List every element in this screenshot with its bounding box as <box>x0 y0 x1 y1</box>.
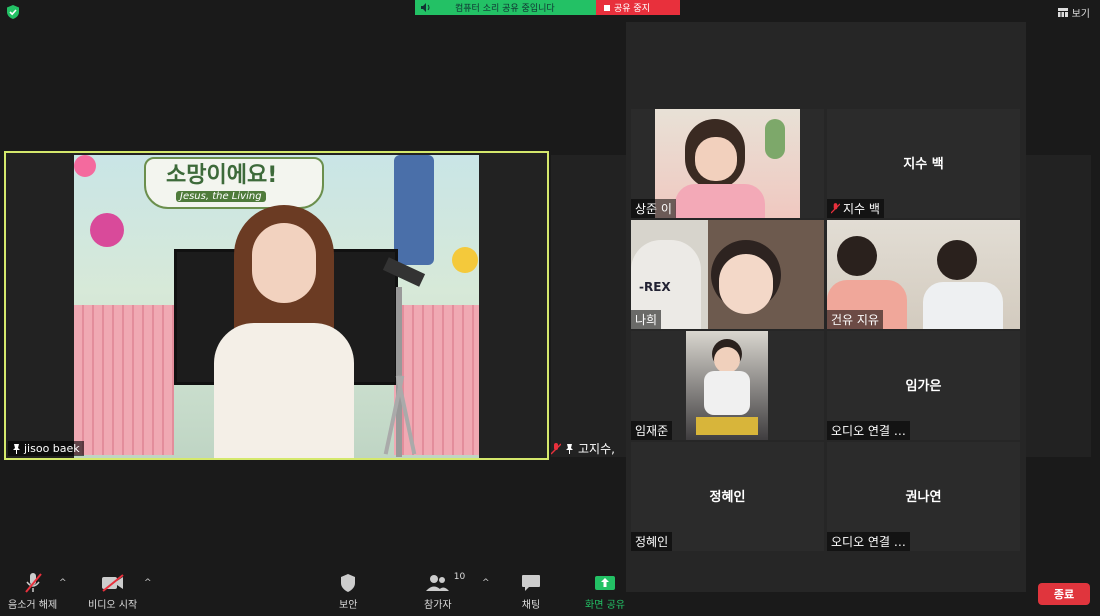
view-label: 보기 <box>1071 9 1090 20</box>
participant-tile[interactable]: 건유 지유 <box>827 220 1020 329</box>
participants-icon <box>425 575 449 591</box>
pin-icon <box>13 443 20 454</box>
stop-icon <box>604 4 610 11</box>
share-audio-label: 컴퓨터 소리 공유 중입니다 <box>455 4 555 14</box>
speaker-name: jisoo baek <box>24 442 80 455</box>
banner-title: 소망이에요! <box>166 163 278 188</box>
participants-label: 참가자 <box>424 600 452 611</box>
participant-tile[interactable]: 임가은 오디오 연결 … <box>827 331 1020 440</box>
participants-count: 10 <box>453 572 466 582</box>
muted-mic-icon <box>24 573 42 593</box>
flower-decoration <box>452 247 478 273</box>
participant-name: 임재준 <box>631 421 673 440</box>
meeting-toolbar: 음소거 해제 ^ 비디오 시작 ^ 보안 10 참가자 ^ 채팅 화면 공유 <box>0 570 1100 616</box>
share-screen-button[interactable]: 화면 공유 <box>585 570 625 611</box>
chat-icon <box>522 575 540 591</box>
shield-check-icon[interactable] <box>6 5 20 19</box>
cartoon-figure <box>394 155 434 265</box>
participants-options-caret[interactable]: ^ <box>482 578 490 588</box>
participant-tile[interactable]: -REX 나희 <box>631 220 824 329</box>
shield-icon <box>341 574 356 592</box>
unmute-label: 음소거 해제 <box>8 600 58 611</box>
participant-center-name: 권나연 <box>905 490 942 505</box>
participant-status: 오디오 연결 … <box>827 532 910 551</box>
muted-mic-icon <box>551 442 561 454</box>
security-button[interactable]: 보안 <box>339 570 357 611</box>
sharing-banner: 컴퓨터 소리 공유 중입니다 공유 중지 <box>415 0 680 15</box>
audio-options-caret[interactable]: ^ <box>59 578 67 588</box>
end-meeting-button[interactable]: 종료 <box>1038 583 1090 605</box>
computer-audio-status[interactable]: 컴퓨터 소리 공유 중입니다 <box>415 0 596 15</box>
participant-tile[interactable]: 상준 이 <box>631 109 824 218</box>
stop-share-label: 공유 중지 <box>614 4 650 14</box>
participant-tile[interactable]: 정혜인 정혜인 <box>631 442 824 551</box>
view-button[interactable]: 보기 <box>1057 5 1090 20</box>
start-video-button[interactable]: 비디오 시작 <box>88 570 137 611</box>
share-screen-icon <box>594 576 615 590</box>
participant-name: 정혜인 <box>631 532 673 551</box>
participant-name: 건유 지유 <box>827 310 883 329</box>
participant-tile[interactable]: 임재준 <box>631 331 824 440</box>
presenter <box>194 195 374 458</box>
partial-participant-label: 고지수, <box>551 440 615 457</box>
participant-center-name: 정혜인 <box>709 490 746 505</box>
participant-tile[interactable]: 권나연 오디오 연결 … <box>827 442 1020 551</box>
participant-tile[interactable]: 지수 백 지수 백 <box>827 109 1020 218</box>
video-off-icon <box>101 574 124 592</box>
muted-mic-icon <box>831 203 840 214</box>
security-label: 보안 <box>339 600 358 611</box>
participant-center-name: 임가은 <box>905 379 942 394</box>
participant-center-name: 지수 백 <box>903 157 944 172</box>
video-frame: 소망이에요! Jesus, the Living <box>74 155 479 458</box>
video-options-caret[interactable]: ^ <box>144 578 152 588</box>
tripod <box>374 257 426 457</box>
active-speaker-video[interactable]: 소망이에요! Jesus, the Living <box>4 151 549 460</box>
grid-view-icon <box>1057 8 1068 17</box>
participant-name: 나희 <box>631 310 662 329</box>
pin-icon <box>566 443 573 454</box>
chat-label: 채팅 <box>521 600 541 611</box>
fence <box>74 305 174 455</box>
unmute-button[interactable]: 음소거 해제 <box>8 570 57 611</box>
flower-decoration <box>74 155 96 177</box>
participant-video <box>655 109 800 218</box>
participant-name-label: 지수 백 <box>827 199 884 218</box>
share-screen-label: 화면 공유 <box>585 600 625 611</box>
participant-status: 오디오 연결 … <box>827 421 910 440</box>
partial-participant-name: 고지수, <box>578 442 615 456</box>
cartoon-character <box>90 213 124 247</box>
stop-share-button[interactable]: 공유 중지 <box>596 0 680 15</box>
participants-button[interactable]: 10 참가자 <box>424 570 465 611</box>
speaker-icon <box>421 3 430 12</box>
start-video-label: 비디오 시작 <box>88 600 138 611</box>
participant-name: 지수 백 <box>843 202 880 216</box>
participant-name: 상준 이 <box>631 199 676 218</box>
chat-button[interactable]: 채팅 <box>521 570 541 611</box>
speaker-name-label: jisoo baek <box>8 441 84 456</box>
participant-video <box>686 331 768 440</box>
